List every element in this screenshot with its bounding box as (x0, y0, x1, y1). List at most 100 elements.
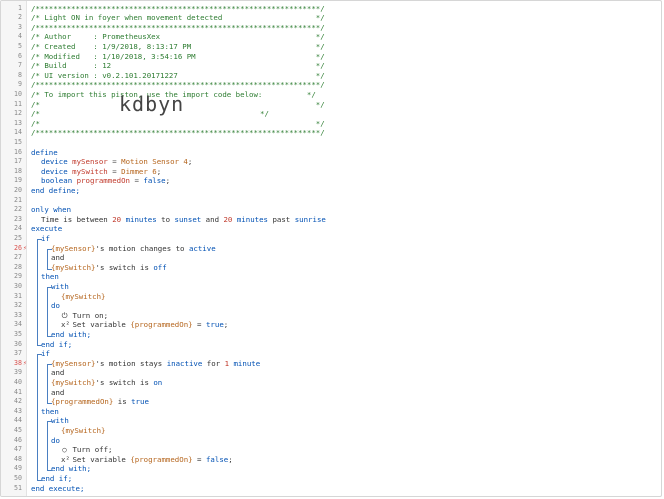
code-token: Turn on; (72, 310, 109, 320)
code-token: past (268, 214, 295, 224)
code-token: on (153, 377, 163, 387)
code-token: {mySwitch} (61, 291, 106, 301)
code-token: if (41, 233, 50, 243)
code-token: /* Author : PrometheusXex */ (31, 32, 325, 42)
code-token: Turn off; (72, 445, 113, 455)
code-line: end execute; (31, 484, 84, 494)
code-token: /* */ (31, 118, 325, 128)
code-token: {programmedOn} (51, 397, 114, 407)
code-token: true (131, 397, 149, 407)
code-line: with (51, 282, 69, 292)
code-token: 's motion changes to (95, 243, 189, 253)
code-token: sunrise (294, 214, 326, 224)
code-token: {programmedOn} (130, 320, 193, 330)
code-token: with (51, 281, 69, 291)
code-token: 's motion stays (95, 358, 167, 368)
code-token: {mySwitch} (51, 377, 96, 387)
code-token: is (113, 397, 132, 407)
code-line: and (51, 388, 64, 398)
code-token: then (41, 406, 59, 416)
code-line: /***************************************… (31, 4, 325, 14)
code-line: ○ Turn off; (61, 445, 113, 455)
code-token: inactive (166, 358, 203, 368)
code-token: end with; (51, 464, 92, 474)
block-bracket (37, 238, 42, 347)
code-token: minutes (236, 214, 268, 224)
code-token: and (51, 387, 65, 397)
code-token: Set variable (72, 320, 131, 330)
code-token: do (51, 435, 60, 445)
code-token: /* Build : 12 */ (31, 61, 325, 71)
code-token: end if; (41, 339, 73, 349)
code-token: to (156, 214, 175, 224)
code-token: /* (31, 109, 40, 119)
code-token: {programmedOn} (130, 454, 193, 464)
code-token: false (205, 454, 229, 464)
code-line: then (41, 272, 59, 282)
block-bracket (47, 421, 52, 472)
code-line: end if; (41, 340, 72, 350)
code-token: {mySwitch} (61, 425, 106, 435)
code-token: ; (156, 166, 162, 176)
code-line: x² Set variable {programmedOn} = false; (61, 455, 233, 465)
code-line: /* UI version : v0.2.101.20171227 */ (31, 71, 325, 81)
code-token: false (143, 176, 166, 186)
code-token: {mySwitch} (51, 262, 96, 272)
code-token: {mySensor} (51, 243, 96, 253)
code-line: device mySwitch = Dimmer 6; (41, 167, 161, 177)
code-line: do (51, 301, 60, 311)
code-token: = (107, 166, 122, 176)
code-line: define (31, 148, 58, 158)
code-token: {mySensor} (51, 358, 96, 368)
power-off-icon: ○ (62, 445, 67, 455)
code-token: Dimmer 6 (121, 166, 157, 176)
code-editor: 1 2 3 4 5 6 7 8 9 10 11 12 13 14 15 16 17 18 19 20 21 22 23 24 2… (0, 0, 662, 497)
code-token: if (41, 349, 50, 359)
code-line: if (41, 234, 50, 244)
code-line: end define; (31, 186, 80, 196)
block-bracket (47, 248, 52, 270)
code-token: end with; (51, 329, 92, 339)
code-token: 's switch is (95, 377, 154, 387)
code-token: = (107, 157, 122, 167)
code-line: {mySwitch} (61, 292, 106, 302)
code-line: /***************************************… (31, 128, 325, 138)
variable-icon: x² (61, 454, 70, 464)
code-line: then (41, 407, 59, 417)
code-token: with (51, 416, 69, 426)
code-line: {mySwitch}'s switch is off (51, 263, 167, 273)
code-token: then (41, 272, 59, 282)
block-bracket (37, 354, 42, 481)
code-token: and (51, 368, 65, 378)
code-token: off (153, 262, 167, 272)
code-line: and (51, 368, 64, 378)
code-line: Time is between 20 minutes to sunset and… (41, 215, 326, 225)
block-bracket (47, 286, 52, 337)
code-token: active (188, 243, 216, 253)
code-token: device (41, 166, 73, 176)
code-token: /* Modified : 1/10/2018, 3:54:16 PM */ (31, 51, 325, 61)
code-line: device mySensor = Motion Sensor 4; (41, 157, 192, 167)
code-token: /***************************************… (31, 80, 325, 90)
code-token: /* Light ON in foyer when movement detec… (31, 13, 325, 23)
code-line: /***************************************… (31, 23, 325, 33)
code-token: ; (165, 176, 171, 186)
import-code: kdbyn (119, 92, 185, 117)
code-token: boolean (41, 176, 77, 186)
code-line: x² Set variable {programmedOn} = true; (61, 320, 228, 330)
code-token: /* Created : 1/9/2018, 8:13:17 PM */ (31, 41, 325, 51)
code-token: only when (31, 205, 72, 215)
variable-icon: x² (61, 320, 70, 330)
code-token: */ (260, 109, 269, 119)
code-line: {mySensor}'s motion changes to active (51, 244, 216, 254)
code-line: end if; (41, 474, 72, 484)
code-line: ⏻ Turn on; (61, 310, 109, 321)
code-line: end with; (51, 330, 91, 340)
code-token: end define; (31, 185, 80, 195)
code-token: device (41, 157, 73, 167)
block-bracket (47, 363, 52, 405)
code-token: minute (233, 358, 261, 368)
code-line: {programmedOn} is true (51, 397, 149, 407)
code-token: Time is between (41, 214, 113, 224)
code-token: do (51, 301, 60, 311)
